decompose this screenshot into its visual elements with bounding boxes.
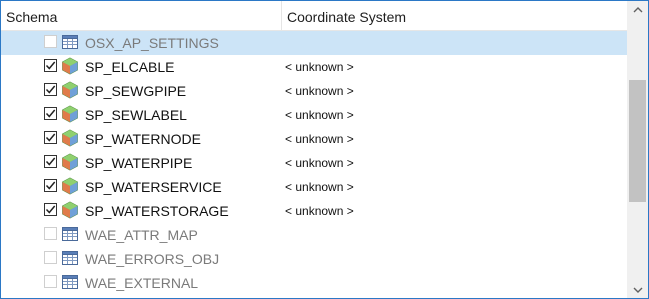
row-schema-name: WAE_ATTR_MAP	[85, 227, 198, 243]
list-row[interactable]: OSX_AP_SETTINGS	[1, 31, 627, 55]
list-row[interactable]: SP_WATERPIPE < unknown >	[1, 151, 627, 175]
scroll-up-button[interactable]	[627, 1, 648, 18]
feature-class-icon	[61, 153, 79, 171]
list-row[interactable]: WAE_ERRORS_OBJ	[1, 247, 627, 271]
row-coordinate-system: < unknown >	[285, 180, 354, 194]
feature-class-icon	[61, 129, 79, 147]
list-row[interactable]: SP_WATERSERVICE < unknown >	[1, 175, 627, 199]
column-header-coordinate-system[interactable]: Coordinate System	[282, 1, 627, 30]
row-schema-name: SP_SEWLABEL	[85, 107, 187, 123]
feature-class-icon	[61, 81, 79, 99]
row-schema-name: SP_WATERNODE	[85, 131, 201, 147]
list-header: Schema Coordinate System	[1, 1, 627, 31]
row-schema-name: OSX_AP_SETTINGS	[85, 35, 219, 51]
scrollbar-thumb[interactable]	[629, 80, 646, 202]
row-checkbox[interactable]	[44, 59, 57, 72]
table-icon	[61, 273, 79, 291]
row-schema-name: WAE_EXTERNAL	[85, 275, 199, 291]
row-checkbox	[44, 227, 57, 240]
chevron-up-icon	[633, 6, 642, 12]
row-checkbox[interactable]	[44, 83, 57, 96]
row-coordinate-system: < unknown >	[285, 204, 354, 218]
row-checkbox	[44, 35, 57, 48]
list-row[interactable]: SP_SEWLABEL < unknown >	[1, 103, 627, 127]
row-checkbox[interactable]	[44, 203, 57, 216]
row-coordinate-system: < unknown >	[285, 84, 354, 98]
row-schema-name: SP_SEWGPIPE	[85, 83, 187, 99]
table-icon	[61, 33, 79, 51]
row-checkbox[interactable]	[44, 155, 57, 168]
row-coordinate-system: < unknown >	[285, 108, 354, 122]
row-schema-name: SP_WATERSERVICE	[85, 179, 222, 195]
row-coordinate-system: < unknown >	[285, 132, 354, 146]
row-schema-name: WAE_ERRORS_OBJ	[85, 251, 220, 267]
feature-class-icon	[61, 201, 79, 219]
schema-list-view: Schema Coordinate System OSX_AP_SETTINGS…	[0, 0, 649, 299]
feature-class-icon	[61, 105, 79, 123]
row-checkbox[interactable]	[44, 107, 57, 120]
row-schema-name: SP_WATERPIPE	[85, 155, 193, 171]
row-checkbox[interactable]	[44, 179, 57, 192]
feature-class-icon	[61, 57, 79, 75]
row-checkbox	[44, 251, 57, 264]
row-coordinate-system: < unknown >	[285, 60, 354, 74]
vertical-scrollbar[interactable]	[627, 1, 648, 298]
chevron-down-icon	[633, 287, 642, 293]
row-schema-name: SP_WATERSTORAGE	[85, 203, 229, 219]
table-icon	[61, 249, 79, 267]
list-row[interactable]: WAE_ATTR_MAP	[1, 223, 627, 247]
column-header-schema[interactable]: Schema	[1, 1, 282, 30]
table-icon	[61, 225, 79, 243]
list-row[interactable]: SP_SEWGPIPE < unknown >	[1, 79, 627, 103]
scroll-down-button[interactable]	[627, 281, 648, 298]
list-row[interactable]: SP_ELCABLE < unknown >	[1, 55, 627, 79]
row-schema-name: SP_ELCABLE	[85, 59, 175, 75]
row-checkbox[interactable]	[44, 131, 57, 144]
row-coordinate-system: < unknown >	[285, 156, 354, 170]
list-row[interactable]: SP_WATERNODE < unknown >	[1, 127, 627, 151]
list-row[interactable]: SP_WATERSTORAGE < unknown >	[1, 199, 627, 223]
feature-class-icon	[61, 177, 79, 195]
row-checkbox	[44, 275, 57, 288]
list-row[interactable]: WAE_EXTERNAL	[1, 271, 627, 295]
schema-rows: OSX_AP_SETTINGS SP_ELCABLE < unknown > SP_S…	[1, 31, 627, 298]
